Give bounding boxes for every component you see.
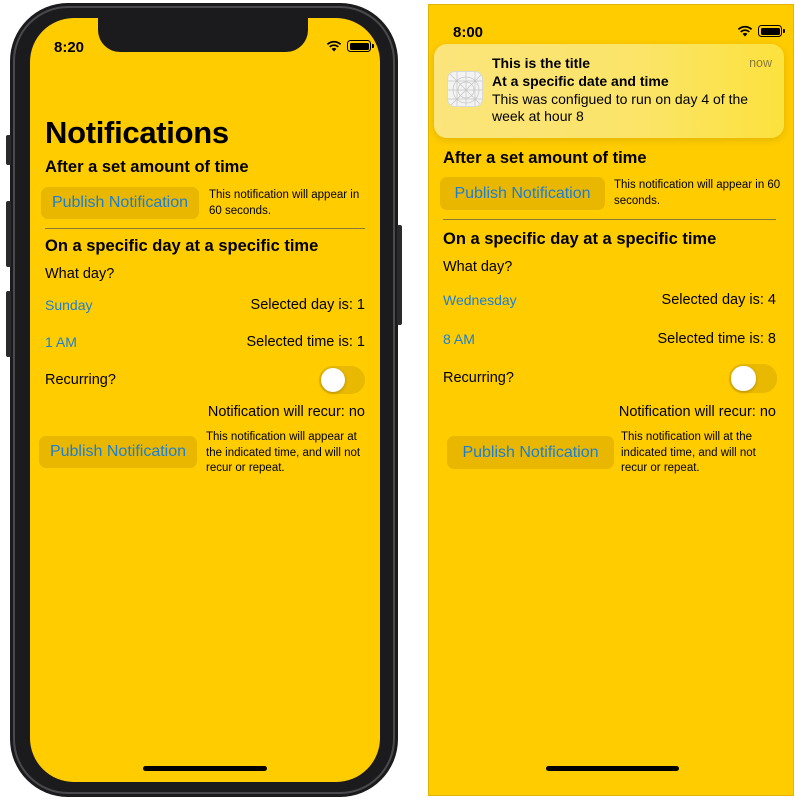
time-picker[interactable]: 1 AM <box>45 334 77 350</box>
status-icons <box>737 25 785 37</box>
power-button <box>397 225 402 325</box>
divider <box>443 219 776 220</box>
time-picker[interactable]: 8 AM <box>443 331 475 347</box>
volume-up-button <box>6 201 11 267</box>
publish-scheduled-button[interactable]: Publish Notification <box>39 436 197 468</box>
action-button <box>6 135 11 165</box>
day-picker[interactable]: Wednesday <box>443 292 517 308</box>
schedule-description: This notification will at the indicated … <box>621 431 756 474</box>
recurring-label: Recurring? <box>45 372 116 388</box>
publish-notification-button[interactable]: Publish Notification <box>440 177 605 210</box>
delay-description: This notification will appear in 60 seco… <box>209 189 360 217</box>
volume-down-button <box>6 291 11 357</box>
notch <box>98 18 308 52</box>
section-title-schedule: On a specific day at a specific time <box>443 230 717 248</box>
recurring-toggle[interactable] <box>729 364 777 393</box>
selected-day-label: Selected day is: 4 <box>661 292 776 308</box>
page-title: Notifications <box>45 115 229 150</box>
section-title-delay: After a set amount of time <box>45 158 249 176</box>
recurring-label: Recurring? <box>443 370 514 386</box>
selected-day-label: Selected day is: 1 <box>250 297 365 313</box>
section-title-schedule: On a specific day at a specific time <box>45 237 319 255</box>
toggle-knob <box>731 366 756 391</box>
battery-icon <box>758 25 785 37</box>
home-indicator <box>143 766 267 771</box>
publish-scheduled-button[interactable]: Publish Notification <box>447 436 614 469</box>
status-time: 8:20 <box>54 39 85 56</box>
app-icon <box>447 71 483 107</box>
delay-description: This notification will appear in 60 seco… <box>614 179 781 207</box>
recur-status: Notification will recur: no <box>618 404 776 420</box>
section-title-delay: After a set amount of time <box>443 149 647 167</box>
banner-subtitle: At a specific date and time <box>492 73 669 89</box>
right-screen: 8:00 This is the title At a specific dat… <box>428 4 794 796</box>
selected-time-label: Selected time is: 1 <box>246 334 365 350</box>
what-day-label: What day? <box>443 259 513 275</box>
wifi-icon <box>737 25 753 37</box>
battery-icon <box>347 40 374 52</box>
recurring-toggle[interactable] <box>319 366 365 394</box>
notification-banner[interactable]: This is the title At a specific date and… <box>434 44 784 138</box>
day-picker[interactable]: Sunday <box>45 297 92 313</box>
banner-body: This was configued to run on day 4 of th… <box>492 91 749 124</box>
wifi-icon <box>326 40 342 52</box>
selected-time-label: Selected time is: 8 <box>657 331 776 347</box>
home-indicator <box>546 766 679 771</box>
toggle-knob <box>321 368 345 392</box>
recur-status: Notification will recur: no <box>207 404 365 420</box>
what-day-label: What day? <box>45 266 115 282</box>
status-icons <box>326 40 374 52</box>
left-screen: 8:20 Notifications After a set amount of… <box>30 18 380 782</box>
divider <box>45 228 365 229</box>
schedule-description: This notification will appear at the ind… <box>206 431 361 474</box>
publish-notification-button[interactable]: Publish Notification <box>41 187 199 219</box>
status-time: 8:00 <box>453 24 484 41</box>
banner-timestamp: now <box>749 56 772 70</box>
banner-title: This is the title <box>492 55 591 71</box>
